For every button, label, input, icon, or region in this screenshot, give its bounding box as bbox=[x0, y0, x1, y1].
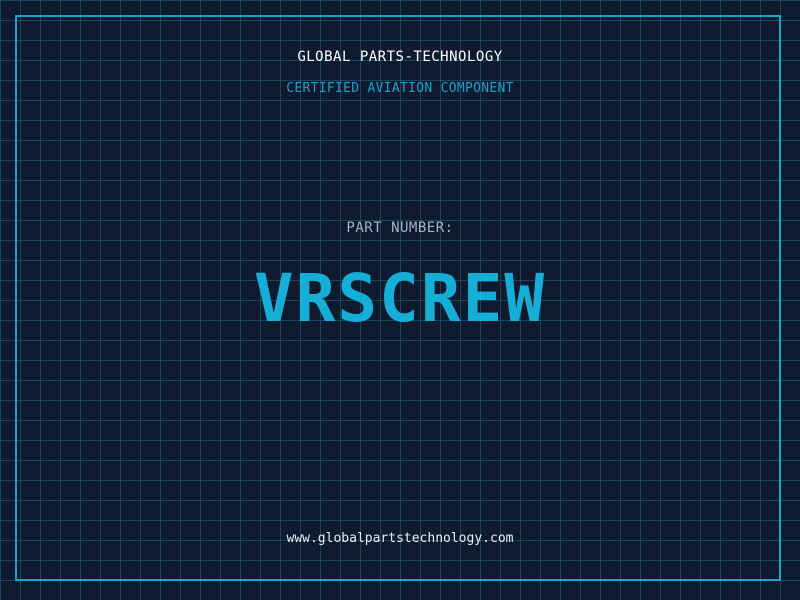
certification-tagline: CERTIFIED AVIATION COMPONENT bbox=[286, 81, 514, 96]
part-number-label: PART NUMBER: bbox=[346, 220, 454, 236]
brand-name: GLOBAL PARTS-TECHNOLOGY bbox=[297, 49, 503, 65]
part-label-card: GLOBAL PARTS-TECHNOLOGY CERTIFIED AVIATI… bbox=[0, 0, 800, 600]
part-number-value: VRSCREW bbox=[253, 260, 547, 337]
website-url: www.globalpartstechnology.com bbox=[286, 531, 514, 546]
